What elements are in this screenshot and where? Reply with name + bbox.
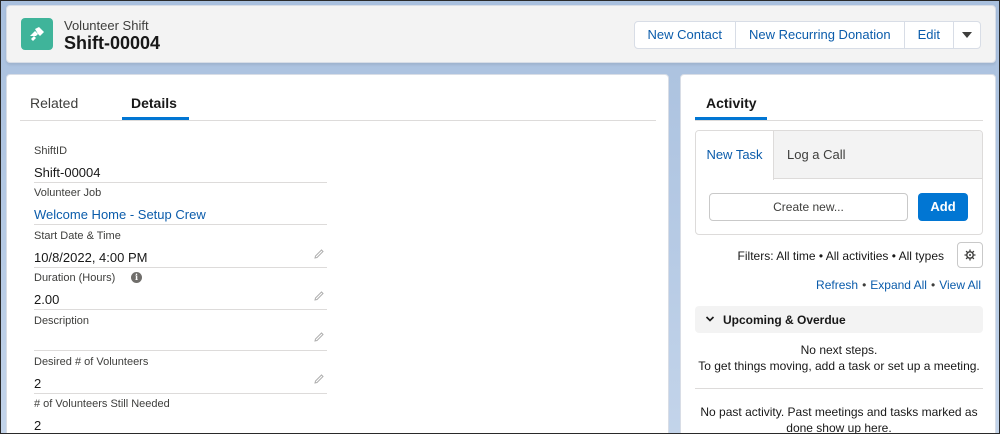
tab-log-a-call[interactable]: Log a Call [787, 131, 846, 179]
field-label: Description [34, 315, 90, 327]
activity-composer: New Task Log a Call Create new... Add [695, 130, 983, 235]
field-start-datetime: Start Date & Time 10/8/2022, 4:00 PM [34, 230, 327, 268]
volunteer-hand-icon [21, 18, 53, 50]
new-recurring-donation-button[interactable]: New Recurring Donation [736, 22, 905, 48]
create-new-input[interactable]: Create new... [709, 193, 908, 221]
field-value: Shift-00004 [34, 165, 101, 180]
more-actions-button[interactable] [954, 22, 980, 48]
add-button[interactable]: Add [918, 193, 968, 221]
record-title: Shift-00004 [64, 33, 161, 53]
tab-related[interactable]: Related [30, 95, 78, 111]
composer-tabs: New Task Log a Call [696, 131, 982, 180]
field-value: 2 [34, 376, 42, 391]
link-separator: • [930, 278, 936, 292]
field-label: Volunteer Job [34, 187, 102, 199]
field-value: 10/8/2022, 4:00 PM [34, 250, 148, 265]
record-tabs: Related Details [20, 89, 656, 121]
edit-button[interactable]: Edit [905, 22, 954, 48]
edit-pencil-icon[interactable] [313, 331, 325, 343]
section-title: Upcoming & Overdue [723, 313, 846, 327]
activity-card: Activity New Task Log a Call Create new.… [680, 74, 996, 434]
object-type-label: Volunteer Shift [64, 18, 149, 33]
empty-line: No past activity. Past meetings and task… [700, 405, 978, 419]
tab-new-task[interactable]: New Task [696, 131, 774, 180]
chevron-down-icon [962, 32, 972, 38]
record-header: Volunteer Shift Shift-00004 New Contact … [6, 5, 996, 63]
activity-filters-text: Filters: All time • All activities • All… [737, 249, 944, 263]
empty-past-activity: No past activity. Past meetings and task… [695, 404, 983, 434]
field-volunteers-still-needed: # of Volunteers Still Needed 2 [34, 398, 327, 433]
new-contact-button[interactable]: New Contact [635, 22, 736, 48]
gear-icon [964, 249, 976, 261]
link-separator: • [862, 278, 867, 292]
expand-all-link[interactable]: Expand All [870, 278, 927, 292]
upcoming-overdue-section[interactable]: Upcoming & Overdue [695, 306, 983, 333]
tab-details[interactable]: Details [131, 95, 177, 111]
active-tab-indicator [695, 117, 767, 120]
edit-pencil-icon[interactable] [313, 248, 325, 260]
empty-line: No next steps. [800, 343, 878, 357]
active-tab-indicator [122, 117, 189, 120]
volunteer-job-link[interactable]: Welcome Home - Setup Crew [34, 207, 206, 222]
app-frame: Volunteer Shift Shift-00004 New Contact … [0, 0, 1000, 434]
edit-pencil-icon[interactable] [313, 373, 325, 385]
header-action-group: New Contact New Recurring Donation Edit [633, 21, 981, 49]
field-duration: Duration (Hours) i 2.00 [34, 272, 327, 310]
field-description: Description [34, 315, 327, 351]
field-label: Desired # of Volunteers [34, 356, 149, 368]
empty-line: done show up here. [786, 421, 892, 434]
divider [695, 388, 983, 389]
empty-next-steps: No next steps. To get things moving, add… [695, 342, 983, 374]
field-desired-volunteers: Desired # of Volunteers 2 [34, 356, 327, 394]
view-all-link[interactable]: View All [939, 278, 981, 292]
field-label: # of Volunteers Still Needed [34, 398, 170, 410]
field-value: 2 [34, 418, 42, 433]
field-volunteer-job: Volunteer Job Welcome Home - Setup Crew [34, 187, 327, 225]
activity-tabs: Activity [695, 89, 983, 121]
filter-settings-button[interactable] [957, 242, 983, 268]
edit-pencil-icon[interactable] [313, 290, 325, 302]
field-label: Start Date & Time [34, 230, 121, 242]
field-label: ShiftID [34, 145, 68, 157]
chevron-down-icon [705, 316, 715, 322]
field-value: 2.00 [34, 292, 60, 307]
tab-activity[interactable]: Activity [706, 95, 757, 111]
activity-links: Refresh • Expand All • View All [816, 278, 981, 292]
details-card: Related Details ShiftID Shift-00004 Volu… [6, 74, 669, 433]
info-icon[interactable]: i [131, 272, 142, 283]
field-label: Duration (Hours) [34, 272, 116, 284]
refresh-link[interactable]: Refresh [816, 278, 858, 292]
empty-line: To get things moving, add a task or set … [698, 359, 980, 373]
field-shift-id: ShiftID Shift-00004 [34, 145, 327, 183]
